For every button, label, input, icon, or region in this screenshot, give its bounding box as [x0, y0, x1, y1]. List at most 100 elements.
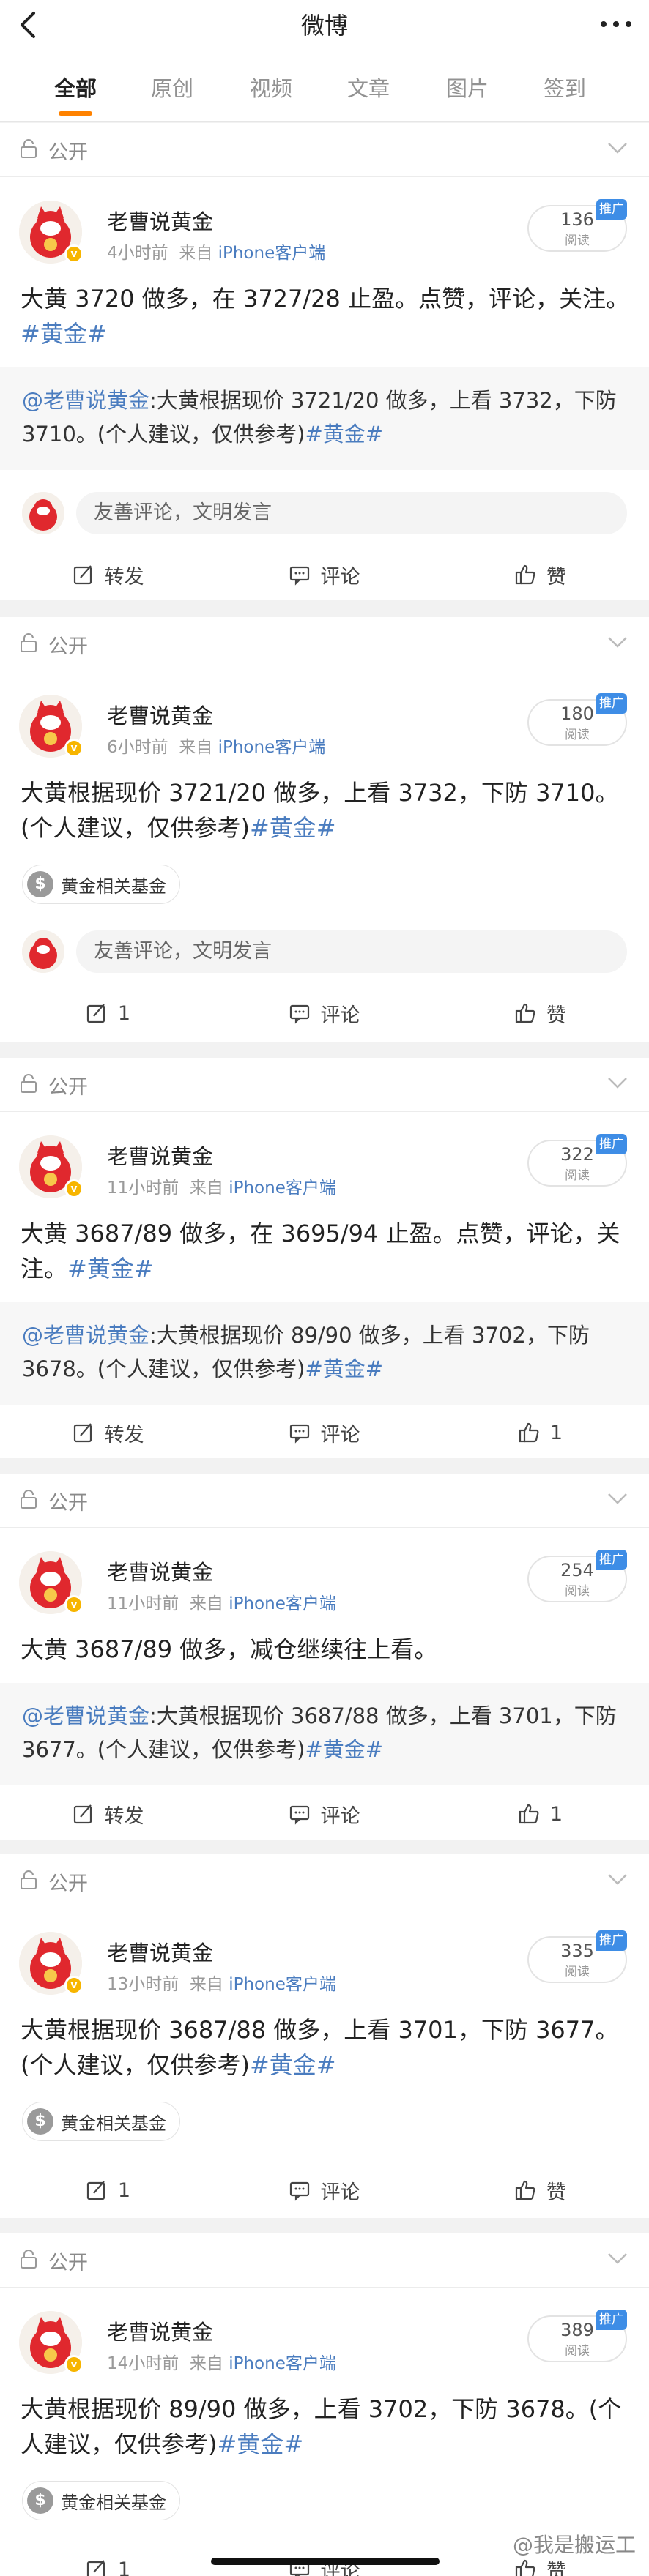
post-source[interactable]: iPhone客户端	[229, 2354, 336, 2373]
thumbs-up-icon	[515, 2180, 535, 2200]
lock-icon	[21, 1870, 37, 1889]
chevron-down-icon[interactable]	[607, 2251, 628, 2266]
post-text[interactable]: 大黄 3687/89 做多，在 3695/94 止盈。点赞，评论，关注。#黄金#	[21, 1216, 633, 1286]
chevron-down-icon[interactable]	[607, 635, 628, 649]
post-source[interactable]: iPhone客户端	[218, 738, 326, 757]
retweeted-post[interactable]: @老曹说黄金:大黄根据现价 89/90 做多，上看 3702，下防 3678。(…	[0, 1302, 649, 1405]
hashtag-link[interactable]: #黄金#	[250, 2051, 336, 2079]
thumbs-up-icon	[519, 1422, 539, 1443]
promote-badge[interactable]: 推广	[596, 1550, 627, 1570]
author-name[interactable]: 老曹说黄金	[107, 1936, 213, 1967]
retweeted-post[interactable]: @老曹说黄金:大黄根据现价 3721/20 做多，上看 3732，下防 3710…	[0, 367, 649, 470]
chevron-down-icon[interactable]	[607, 141, 628, 155]
more-options-icon[interactable]	[598, 13, 634, 35]
hashtag-link[interactable]: #黄金#	[67, 1255, 154, 1283]
thumbs-up-icon	[519, 1804, 539, 1824]
visibility-bar[interactable]: 公开	[0, 1854, 649, 1908]
comment-input[interactable]: 友善评论，文明发言	[76, 492, 627, 534]
visibility-bar[interactable]: 公开	[0, 2233, 649, 2288]
comment-button[interactable]: 评论	[216, 549, 432, 600]
repost-button[interactable]: 1	[0, 2165, 216, 2216]
repost-button[interactable]: 转发	[0, 1788, 216, 1840]
like-label: 1	[549, 1802, 563, 1826]
retweeted-post[interactable]: @老曹说黄金:大黄根据现价 3687/88 做多，上看 3701，下防 3677…	[0, 1683, 649, 1785]
comment-button[interactable]: 评论	[216, 1407, 432, 1458]
hashtag-link[interactable]: #黄金#	[250, 814, 336, 842]
promote-badge[interactable]: 推广	[596, 693, 627, 714]
visibility-label: 公开	[48, 2252, 88, 2274]
read-label: 阅读	[565, 1168, 590, 1183]
comment-input[interactable]: 友善评论，文明发言	[76, 930, 627, 973]
tab-article[interactable]: 文章	[328, 72, 409, 102]
mention-link[interactable]: @老曹说黄金	[22, 388, 149, 413]
hashtag-link[interactable]: #黄金#	[305, 1356, 383, 1381]
post-source[interactable]: iPhone客户端	[229, 1975, 336, 1994]
like-button[interactable]: 赞	[432, 549, 648, 600]
fund-chip[interactable]: $ 黄金相关基金	[22, 2102, 180, 2141]
dollar-icon: $	[27, 2108, 53, 2135]
repost-button[interactable]: 1	[0, 988, 216, 1039]
author-name[interactable]: 老曹说黄金	[107, 2315, 213, 2346]
verified-badge-icon: v	[64, 1595, 84, 1614]
visibility-bar[interactable]: 公开	[0, 123, 649, 177]
mention-link[interactable]: @老曹说黄金	[22, 1703, 149, 1728]
author-name[interactable]: 老曹说黄金	[107, 1140, 213, 1171]
post-source[interactable]: iPhone客户端	[229, 1179, 336, 1198]
comment-button[interactable]: 评论	[216, 2165, 432, 2216]
like-button[interactable]: 1	[432, 1407, 648, 1458]
lock-icon	[21, 2250, 37, 2269]
repost-button[interactable]: 1	[0, 2544, 216, 2576]
promote-badge[interactable]: 推广	[596, 2310, 627, 2330]
comment-button[interactable]: 评论	[216, 1788, 432, 1840]
home-indicator[interactable]	[211, 2558, 440, 2565]
repost-button[interactable]: 转发	[0, 549, 216, 600]
repost-button[interactable]: 转发	[0, 1407, 216, 1458]
tab-pictures[interactable]: 图片	[427, 72, 508, 102]
post-source[interactable]: iPhone客户端	[218, 244, 326, 263]
comment-label: 评论	[320, 1423, 360, 1446]
post-text[interactable]: 大黄根据现价 89/90 做多，上看 3702，下防 3678。(个人建议，仅供…	[21, 2392, 633, 2462]
hashtag-link[interactable]: #黄金#	[305, 1737, 383, 1762]
visibility-bar[interactable]: 公开	[0, 617, 649, 671]
post-meta: 6小时前 来自 iPhone客户端	[107, 733, 325, 758]
post-text[interactable]: 大黄根据现价 3687/88 做多，上看 3701，下防 3677。(个人建议，…	[21, 2012, 633, 2083]
fund-chip[interactable]: $ 黄金相关基金	[22, 865, 180, 904]
comment-icon	[289, 1805, 309, 1825]
post-text[interactable]: 大黄 3687/89 做多，减仓继续往上看。	[21, 1632, 633, 1667]
promote-badge[interactable]: 推广	[596, 1930, 627, 1951]
comment-button[interactable]: 评论	[216, 988, 432, 1039]
like-button[interactable]: 赞	[432, 2165, 648, 2216]
repost-label: 转发	[104, 565, 144, 589]
fund-chip[interactable]: $ 黄金相关基金	[22, 2481, 180, 2520]
visibility-bar[interactable]: 公开	[0, 1058, 649, 1112]
hashtag-link[interactable]: #黄金#	[305, 422, 383, 447]
tab-all[interactable]: 全部	[35, 72, 116, 102]
visibility-bar[interactable]: 公开	[0, 1474, 649, 1528]
avatar	[22, 930, 64, 973]
chevron-down-icon[interactable]	[607, 1872, 628, 1886]
author-name[interactable]: 老曹说黄金	[107, 699, 213, 730]
chevron-down-icon[interactable]	[607, 1075, 628, 1090]
post-source[interactable]: iPhone客户端	[229, 1594, 336, 1613]
promote-badge[interactable]: 推广	[596, 199, 627, 220]
verified-badge-icon: v	[64, 1976, 84, 1995]
post-text[interactable]: 大黄 3720 做多，在 3727/28 止盈。点赞，评论，关注。 #黄金#	[21, 281, 633, 351]
promote-badge[interactable]: 推广	[596, 1134, 627, 1154]
hashtag-link[interactable]: #黄金#	[218, 2430, 304, 2458]
post-actions: 转发 评论 1	[0, 1407, 649, 1458]
comment-row: 友善评论，文明发言	[0, 923, 649, 980]
post-text[interactable]: 大黄根据现价 3721/20 做多，上看 3732，下防 3710。(个人建议，…	[21, 775, 633, 845]
author-name[interactable]: 老曹说黄金	[107, 205, 213, 236]
mention-link[interactable]: @老曹说黄金	[22, 1323, 149, 1348]
tab-checkin[interactable]: 签到	[524, 72, 605, 102]
like-button[interactable]: 1	[432, 1788, 648, 1840]
filter-tabs: 全部 原创 视频 文章 图片 签到	[0, 51, 649, 122]
comment-label: 评论	[320, 565, 360, 589]
hashtag-link[interactable]: #黄金#	[21, 320, 107, 348]
comment-row: 友善评论，文明发言	[0, 485, 649, 542]
author-name[interactable]: 老曹说黄金	[107, 1556, 213, 1586]
tab-video[interactable]: 视频	[231, 72, 311, 102]
like-button[interactable]: 赞	[432, 988, 648, 1039]
tab-original[interactable]: 原创	[132, 72, 212, 102]
chevron-down-icon[interactable]	[607, 1491, 628, 1506]
